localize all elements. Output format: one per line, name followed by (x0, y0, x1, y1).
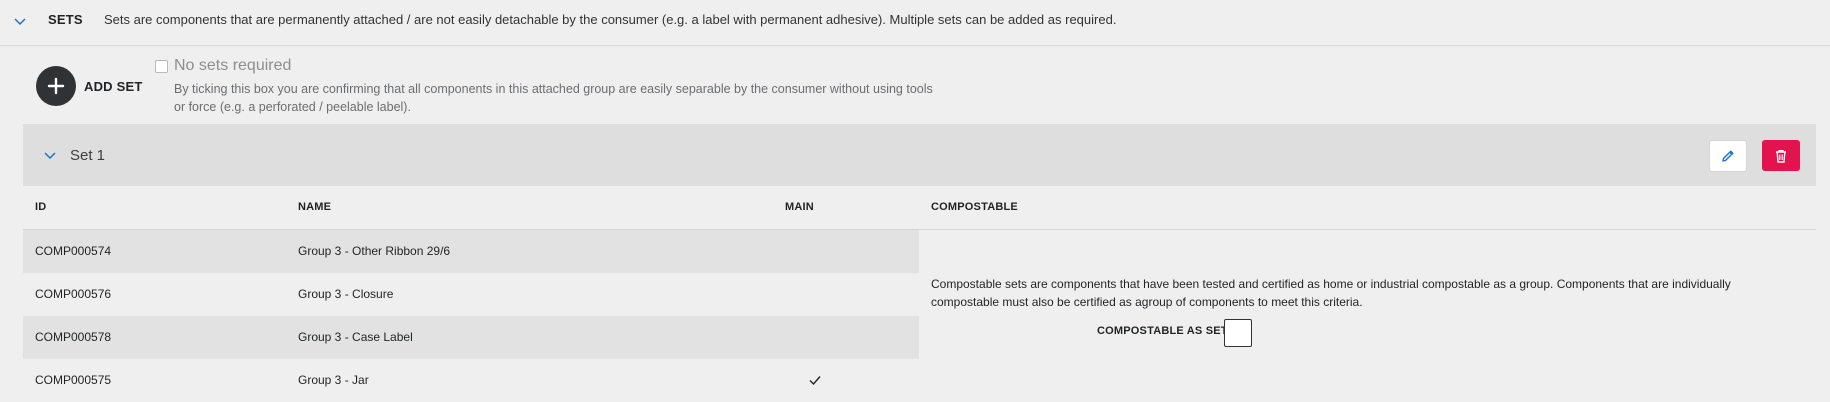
set-panel-header (23, 124, 1816, 186)
checkmark-icon (809, 376, 821, 386)
edit-set-button[interactable] (1709, 140, 1747, 172)
cell-id: COMP000576 (35, 287, 112, 301)
table-row: COMP000574 Group 3 - Other Ribbon 29/6 (23, 230, 919, 273)
cell-name: Group 3 - Case Label (298, 330, 413, 344)
cell-id: COMP000575 (35, 373, 112, 387)
cell-id: COMP000578 (35, 330, 112, 344)
delete-set-button[interactable] (1762, 140, 1800, 171)
cell-name: Group 3 - Jar (298, 373, 369, 387)
no-sets-required-help: By ticking this box you are confirming t… (174, 82, 933, 114)
compostable-as-set-label: COMPOSTABLE AS SET (1097, 325, 1228, 337)
column-header-name: NAME (298, 201, 332, 213)
column-header-id: ID (35, 201, 47, 213)
compostable-description: Compostable sets are components that hav… (931, 277, 1731, 309)
chevron-down-icon[interactable] (43, 149, 57, 163)
table-row: COMP000575 Group 3 - Jar (23, 359, 919, 402)
table-row: COMP000576 Group 3 - Closure (23, 273, 919, 316)
column-header-main: MAIN (785, 201, 814, 213)
compostable-as-set-checkbox[interactable] (1224, 319, 1252, 347)
trash-icon (1776, 149, 1786, 163)
pencil-icon (1722, 150, 1734, 162)
cell-name: Group 3 - Closure (298, 287, 394, 301)
sets-title: SETS (48, 12, 83, 27)
plus-icon (36, 66, 76, 106)
no-sets-required-label: No sets required (174, 57, 292, 74)
table-row: COMP000578 Group 3 - Case Label (23, 316, 919, 359)
add-set-button[interactable]: ADD SET (36, 66, 142, 106)
cell-name: Group 3 - Other Ribbon 29/6 (298, 244, 451, 258)
cell-id: COMP000574 (35, 244, 112, 258)
sets-description: Sets are components that are permanently… (104, 12, 1117, 27)
chevron-down-icon[interactable] (13, 15, 27, 29)
add-set-label: ADD SET (84, 78, 143, 94)
no-sets-required-checkbox[interactable] (155, 60, 168, 73)
column-header-compostable: COMPOSTABLE (931, 201, 1018, 213)
set-title: Set 1 (70, 147, 106, 164)
sets-section-header: SETS Sets are components that are perman… (0, 0, 1830, 46)
